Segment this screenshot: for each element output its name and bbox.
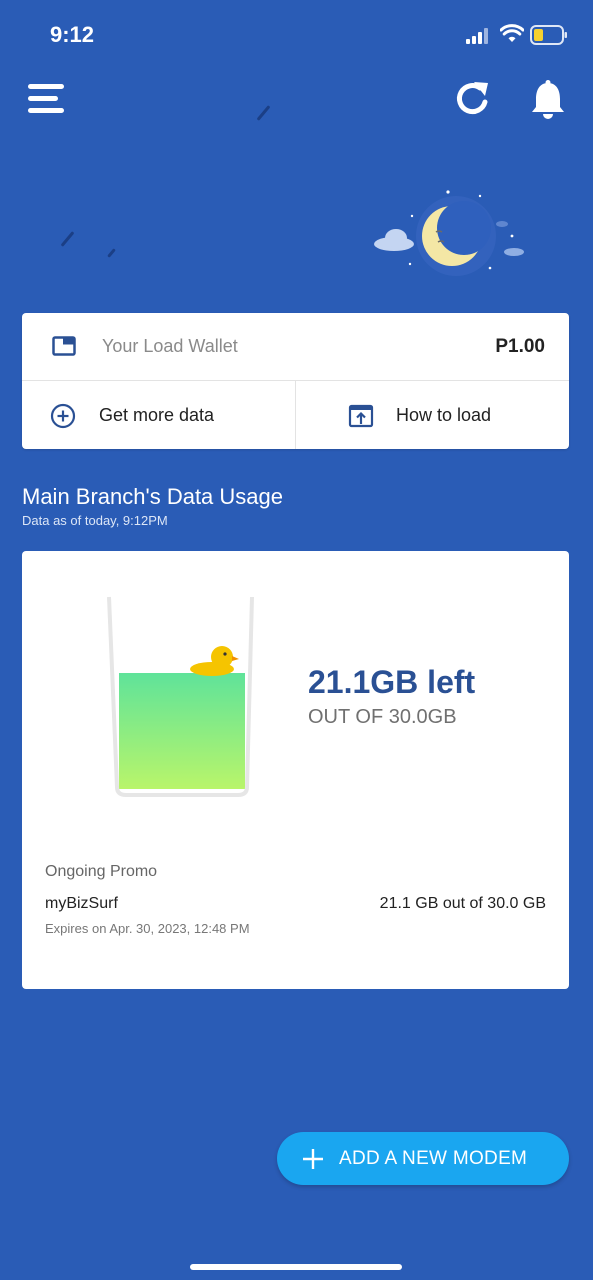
status-time: 9:12 [50, 22, 95, 47]
how-to-load-button[interactable]: How to load [296, 381, 569, 449]
data-usage-card: 21.1GB left OUT OF 30.0GB Ongoing Promo … [22, 551, 569, 989]
get-more-data-button[interactable]: Get more data [22, 381, 296, 449]
battery-icon [530, 25, 567, 45]
data-level-fill [119, 673, 245, 789]
data-total: OUT OF 30.0GB [308, 706, 457, 728]
wifi-icon [500, 24, 524, 42]
promo-expiry: Expires on Apr. 30, 2023, 12:48 PM [45, 921, 250, 936]
data-usage-timestamp: Data as of today, 9:12PM [22, 513, 168, 528]
ongoing-promo-label: Ongoing Promo [45, 863, 158, 880]
load-wallet-amount: P1.00 [495, 336, 545, 357]
promo-name: myBizSurf [45, 895, 118, 912]
upload-box-icon [348, 404, 374, 428]
load-wallet-row[interactable]: Your Load Wallet P1.00 [22, 313, 569, 381]
data-usage-title: Main Branch's Data Usage [22, 484, 283, 509]
menu-icon[interactable] [26, 82, 66, 116]
decorative-streak [60, 231, 75, 247]
data-remaining: 21.1GB left [308, 664, 476, 700]
cellular-signal-icon [466, 28, 488, 44]
how-to-load-label: How to load [396, 405, 492, 425]
plus-circle-icon [50, 403, 76, 429]
promo-usage: 21.1 GB out of 30.0 GB [379, 895, 546, 912]
home-indicator [190, 1264, 402, 1270]
data-glass-gauge [107, 596, 254, 797]
decorative-streak [256, 105, 271, 121]
refresh-icon[interactable] [452, 78, 494, 120]
load-wallet-label: Your Load Wallet [102, 336, 238, 356]
add-new-modem-label: ADD A NEW MODEM [339, 1148, 528, 1169]
moon-illustration [374, 190, 524, 276]
plus-icon [303, 1149, 323, 1169]
wallet-icon [52, 336, 76, 356]
add-new-modem-button[interactable]: ADD A NEW MODEM [277, 1132, 569, 1185]
rubber-duck-icon [190, 646, 239, 677]
load-wallet-card: Your Load Wallet P1.00 Get more data How… [22, 313, 569, 449]
decorative-streak [107, 248, 116, 258]
get-more-data-label: Get more data [99, 405, 215, 425]
bell-icon[interactable] [528, 79, 568, 121]
